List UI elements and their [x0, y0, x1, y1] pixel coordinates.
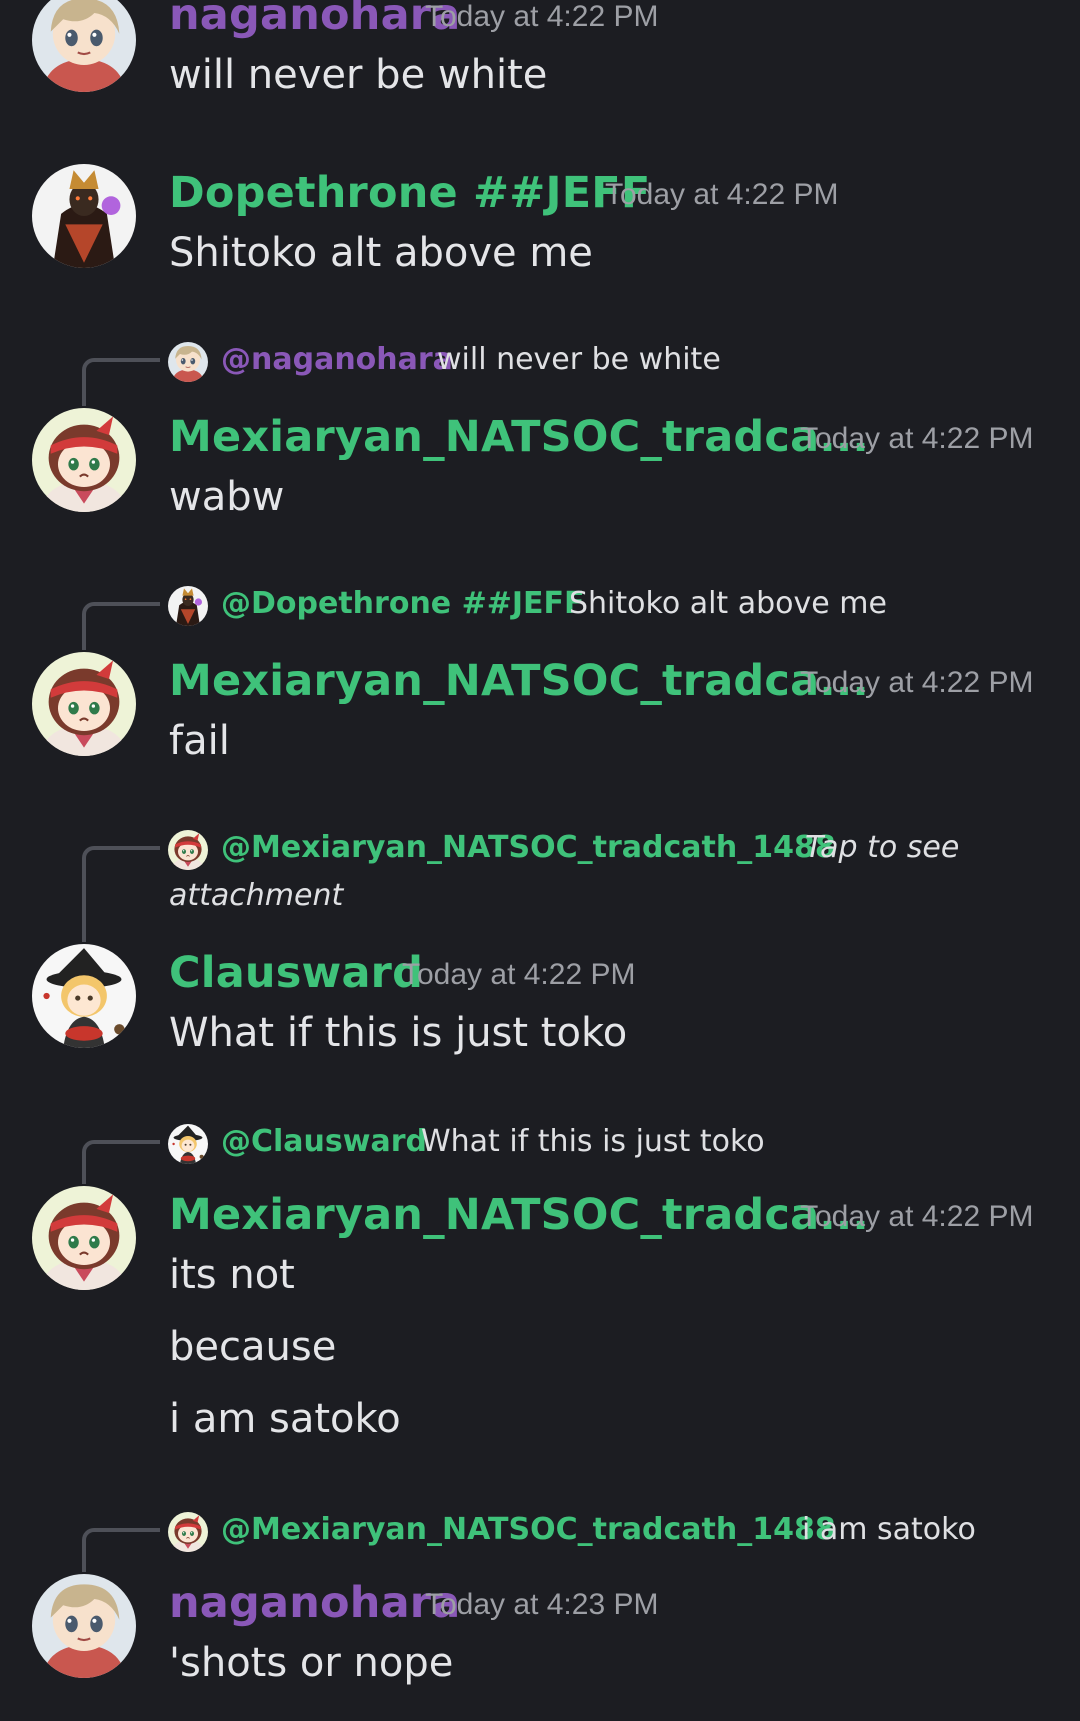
reply-preview-text[interactable]: Shitoko alt above me: [569, 586, 887, 621]
reply-preview-text[interactable]: i am satoko: [802, 1512, 976, 1547]
username[interactable]: Mexiaryan_NATSOC_tradca...: [169, 412, 869, 462]
reply-connector: [82, 602, 160, 650]
reply-attachment-text[interactable]: Tap to see: [805, 830, 959, 865]
timestamp: Today at 4:22 PM: [800, 422, 1034, 455]
timestamp: Today at 4:23 PM: [425, 1588, 659, 1621]
reply-attachment-text[interactable]: attachment: [169, 878, 343, 913]
reply-connector: [82, 358, 160, 406]
reply-avatar[interactable]: [168, 1512, 208, 1552]
reply-mention[interactable]: @Dopethrone ##JEFF: [221, 586, 585, 621]
avatar[interactable]: [32, 1186, 136, 1290]
username[interactable]: Mexiaryan_NATSOC_tradca...: [169, 1190, 869, 1240]
chat-messages: naganohara Today at 4:22 PM will never be …: [0, 0, 1080, 1721]
message-text[interactable]: What if this is just toko: [169, 1010, 627, 1056]
message-text[interactable]: fail: [169, 718, 230, 764]
message-text[interactable]: 'shots or nope: [169, 1640, 453, 1686]
username[interactable]: naganohara: [169, 0, 460, 40]
message-text[interactable]: i am satoko: [169, 1396, 401, 1442]
message-text[interactable]: Shitoko alt above me: [169, 230, 593, 276]
username[interactable]: naganohara: [169, 1578, 460, 1628]
timestamp: Today at 4:22 PM: [402, 958, 636, 991]
avatar[interactable]: [32, 944, 136, 1048]
reply-mention[interactable]: @naganohara: [221, 342, 453, 377]
reply-mention[interactable]: @Mexiaryan_NATSOC_tradcath_1488: [221, 830, 836, 865]
reply-connector: [82, 846, 160, 942]
message-text[interactable]: wabw: [169, 474, 284, 520]
avatar[interactable]: [32, 0, 136, 92]
reply-preview-text[interactable]: will never be white: [437, 342, 721, 377]
timestamp: Today at 4:22 PM: [425, 0, 659, 33]
username[interactable]: Dopethrone ##JEFF: [169, 168, 650, 218]
avatar[interactable]: [32, 1574, 136, 1678]
avatar[interactable]: [32, 652, 136, 756]
timestamp: Today at 4:22 PM: [605, 178, 839, 211]
avatar[interactable]: [32, 408, 136, 512]
username[interactable]: Clausward: [169, 948, 423, 998]
reply-avatar[interactable]: [168, 830, 208, 870]
message-text[interactable]: will never be white: [169, 52, 547, 98]
reply-avatar[interactable]: [168, 586, 208, 626]
reply-connector: [82, 1140, 160, 1184]
reply-avatar[interactable]: [168, 1124, 208, 1164]
reply-mention[interactable]: @Mexiaryan_NATSOC_tradcath_1488: [221, 1512, 836, 1547]
reply-mention[interactable]: @Clausward: [221, 1124, 427, 1159]
reply-preview-text[interactable]: What if this is just toko: [421, 1124, 765, 1159]
reply-avatar[interactable]: [168, 342, 208, 382]
timestamp: Today at 4:22 PM: [800, 1200, 1034, 1233]
timestamp: Today at 4:22 PM: [800, 666, 1034, 699]
message-text[interactable]: its not: [169, 1252, 295, 1298]
reply-connector: [82, 1528, 160, 1572]
username[interactable]: Mexiaryan_NATSOC_tradca...: [169, 656, 869, 706]
message-text[interactable]: because: [169, 1324, 336, 1370]
avatar[interactable]: [32, 164, 136, 268]
